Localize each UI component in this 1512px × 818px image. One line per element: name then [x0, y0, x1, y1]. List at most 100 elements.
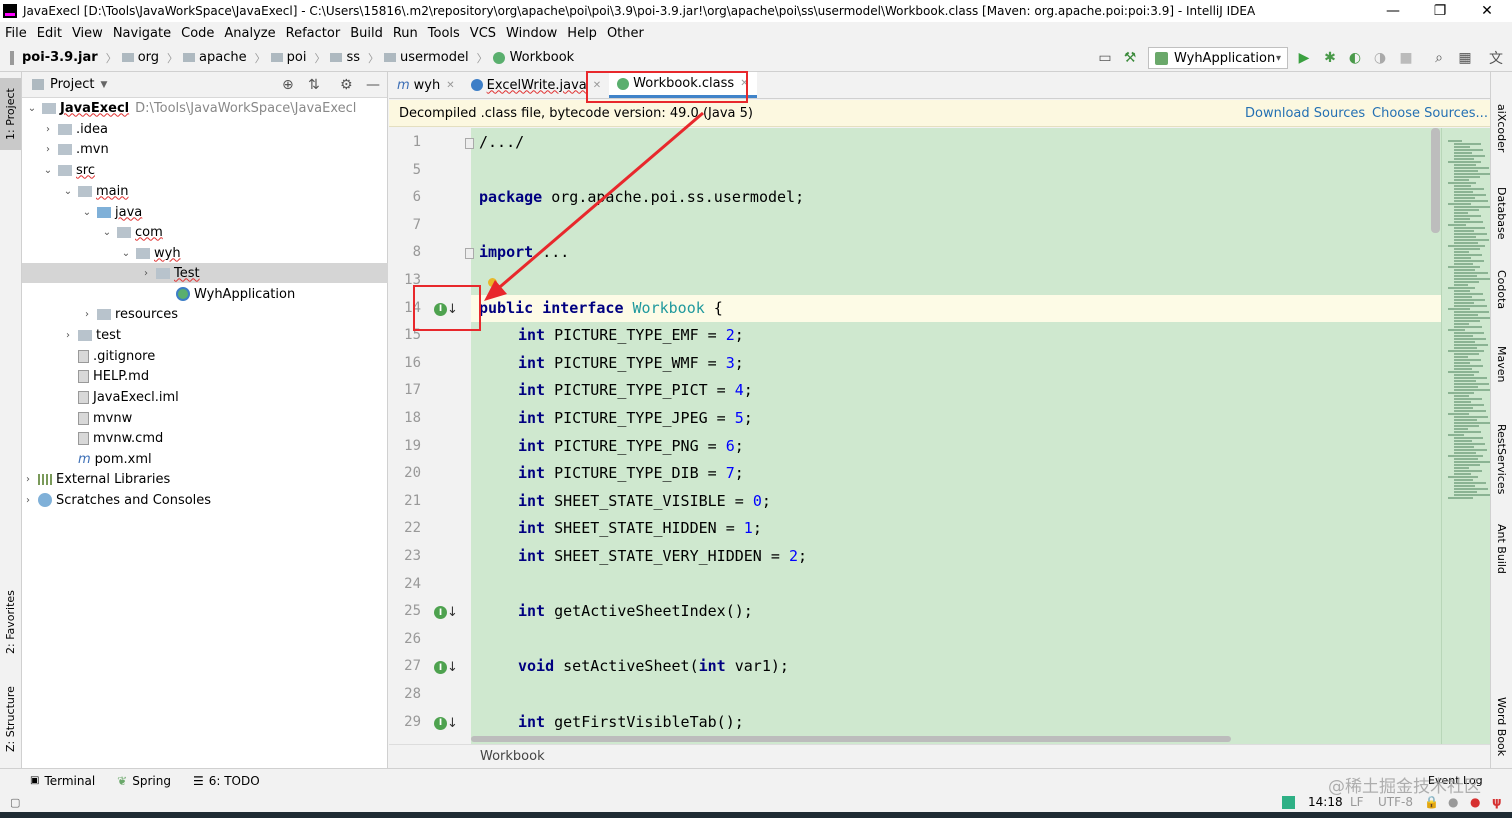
fold-marker-icon[interactable] [465, 138, 474, 149]
code-line[interactable]: import ... [479, 243, 569, 261]
tree-item-test-package[interactable]: › Test [22, 263, 388, 283]
menu-build[interactable]: Build [350, 26, 383, 41]
tree-item-iml[interactable]: JavaExecl.iml [22, 387, 388, 407]
breadcrumb-org[interactable]: org [121, 50, 159, 65]
tree-item-external-libraries[interactable]: › External Libraries [22, 469, 388, 489]
codota-tool-label[interactable]: Codota [1495, 270, 1508, 309]
code-minimap[interactable] [1441, 128, 1491, 744]
hide-icon[interactable]: — [366, 77, 380, 93]
aixcoder-tool-label[interactable]: aiXcoder [1495, 104, 1508, 152]
tree-item-wyhapplication[interactable]: WyhApplication [22, 284, 388, 304]
maven-tool-label[interactable]: Maven [1495, 346, 1508, 382]
terminal-tool-button[interactable]: ▣ Terminal [30, 774, 95, 788]
project-tool-label[interactable]: 1: Project [4, 88, 17, 140]
caret-position[interactable]: 14:18 [1308, 795, 1343, 809]
tree-item-root[interactable]: ⌄ JavaExecl D:\Tools\JavaWorkSpace\JavaExe… [22, 98, 388, 118]
code-line[interactable]: int PICTURE_TYPE_JPEG = 5; [518, 409, 753, 427]
profile-icon[interactable]: ◑ [1370, 48, 1390, 68]
tree-item-test[interactable]: › test [22, 325, 388, 345]
code-line[interactable]: public interface Workbook { [479, 299, 723, 317]
code-line[interactable]: int getActiveSheetIndex(); [518, 602, 753, 620]
error-icon[interactable]: ● [1470, 795, 1480, 809]
lock-icon[interactable]: 🔒 [1424, 795, 1439, 809]
collapse-all-icon[interactable]: ⇅ [308, 77, 320, 93]
menu-help[interactable]: Help [567, 26, 597, 41]
ant-build-tool-label[interactable]: Ant Build [1495, 524, 1508, 574]
implemented-gutter-icon[interactable]: I [434, 716, 447, 730]
code-line[interactable]: int SHEET_STATE_VISIBLE = 0; [518, 492, 771, 510]
code-line[interactable]: int getFirstVisibleTab(); [518, 713, 744, 731]
menu-view[interactable]: View [72, 26, 103, 41]
close-window-button[interactable]: ✕ [1464, 0, 1510, 22]
toggle-tool-windows-icon[interactable]: ▢ [10, 796, 20, 809]
maximize-button[interactable]: ❐ [1417, 0, 1463, 22]
breadcrumb-workbook[interactable]: Workbook [492, 50, 574, 65]
tree-item-com[interactable]: ⌄ com [22, 222, 388, 242]
word-book-tool-label[interactable]: Word Book [1495, 697, 1508, 756]
structure-tool-label[interactable]: Z: Structure [4, 686, 17, 752]
menu-navigate[interactable]: Navigate [113, 26, 171, 41]
breadcrumb-usermodel[interactable]: usermodel [383, 50, 469, 65]
vertical-scrollbar[interactable] [1431, 128, 1440, 233]
file-encoding[interactable]: UTF-8 [1378, 795, 1413, 809]
breadcrumb-jar[interactable]: poi-3.9.jar [22, 50, 98, 65]
fold-marker-icon[interactable] [465, 248, 474, 260]
stop-icon[interactable]: ■ [1396, 48, 1416, 68]
menu-file[interactable]: File [5, 26, 27, 41]
tree-item-mvnw[interactable]: mvnw [22, 408, 388, 428]
menu-refactor[interactable]: Refactor [286, 26, 341, 41]
minimize-button[interactable]: — [1370, 0, 1416, 22]
tree-item-wyh[interactable]: ⌄ wyh [22, 243, 388, 263]
coverage-icon[interactable]: ◐ [1345, 48, 1365, 68]
code-line[interactable]: int SHEET_STATE_HIDDEN = 1; [518, 519, 762, 537]
run-icon[interactable]: ▶ [1294, 48, 1314, 68]
project-structure-icon[interactable]: ▦ [1455, 48, 1475, 68]
spring-tool-button[interactable]: ❦ Spring [117, 774, 171, 788]
tree-item-pom-xml[interactable]: m pom.xml [22, 449, 388, 469]
tree-item-scratches[interactable]: › Scratches and Consoles [22, 490, 388, 510]
tree-item-java[interactable]: ⌄ java [22, 202, 388, 222]
implemented-gutter-icon[interactable]: I [434, 606, 447, 620]
inspector-icon[interactable]: ● [1448, 795, 1458, 809]
search-icon[interactable]: ⌕ [1429, 48, 1449, 68]
debug-icon[interactable]: ✱ [1320, 48, 1340, 68]
menu-window[interactable]: Window [506, 26, 557, 41]
lightbulb-icon[interactable] [488, 278, 497, 287]
menu-tools[interactable]: Tools [428, 26, 460, 41]
tree-item-mvnw-cmd[interactable]: mvnw.cmd [22, 428, 388, 448]
breadcrumb-ss[interactable]: ss [330, 50, 360, 65]
code-line[interactable]: int PICTURE_TYPE_DIB = 7; [518, 464, 744, 482]
download-sources-link[interactable]: Download Sources [1245, 106, 1365, 121]
chevron-down-icon[interactable]: ▼ [100, 80, 107, 90]
menu-code[interactable]: Code [181, 26, 214, 41]
code-line[interactable]: int PICTURE_TYPE_PNG = 6; [518, 437, 744, 455]
horizontal-scrollbar[interactable] [471, 736, 1231, 742]
code-line[interactable]: int PICTURE_TYPE_EMF = 2; [518, 326, 744, 344]
close-tab-icon[interactable]: ✕ [446, 80, 454, 91]
layout-icon[interactable]: ▭ [1095, 48, 1115, 68]
tree-item-help-md[interactable]: HELP.md [22, 366, 388, 386]
gear-icon[interactable]: ⚙ [340, 77, 353, 93]
code-line[interactable]: /.../ [479, 133, 524, 151]
favorites-tool-label[interactable]: 2: Favorites [4, 590, 17, 654]
code-line[interactable]: void setActiveSheet(int var1); [518, 657, 789, 675]
tree-item-main[interactable]: ⌄ main [22, 181, 388, 201]
tree-item-idea[interactable]: › .idea [22, 119, 388, 139]
choose-sources-link[interactable]: Choose Sources... [1372, 106, 1488, 121]
project-view-label[interactable]: Project [50, 77, 94, 92]
build-hammer-icon[interactable]: ⚒ [1120, 48, 1140, 68]
restservices-tool-label[interactable]: RestServices [1495, 424, 1508, 494]
tab-wyh[interactable]: m wyh ✕ [389, 72, 463, 98]
menu-edit[interactable]: Edit [37, 26, 62, 41]
code-line[interactable]: int SHEET_STATE_VERY_HIDDEN = 2; [518, 547, 807, 565]
code-line[interactable]: int PICTURE_TYPE_PICT = 4; [518, 381, 753, 399]
tree-item-gitignore[interactable]: .gitignore [22, 346, 388, 366]
breadcrumb-poi[interactable]: poi [270, 50, 306, 65]
tree-item-mvn[interactable]: › .mvn [22, 139, 388, 159]
todo-tool-button[interactable]: ☰ 6: TODO [193, 774, 260, 788]
code-line[interactable]: int PICTURE_TYPE_WMF = 3; [518, 354, 744, 372]
tree-item-src[interactable]: ⌄ src [22, 160, 388, 180]
run-configuration-select[interactable]: WyhApplication ▾ [1148, 47, 1288, 69]
editor-breadcrumb-workbook[interactable]: Workbook [480, 749, 545, 764]
locate-icon[interactable]: ⊕ [282, 77, 294, 93]
